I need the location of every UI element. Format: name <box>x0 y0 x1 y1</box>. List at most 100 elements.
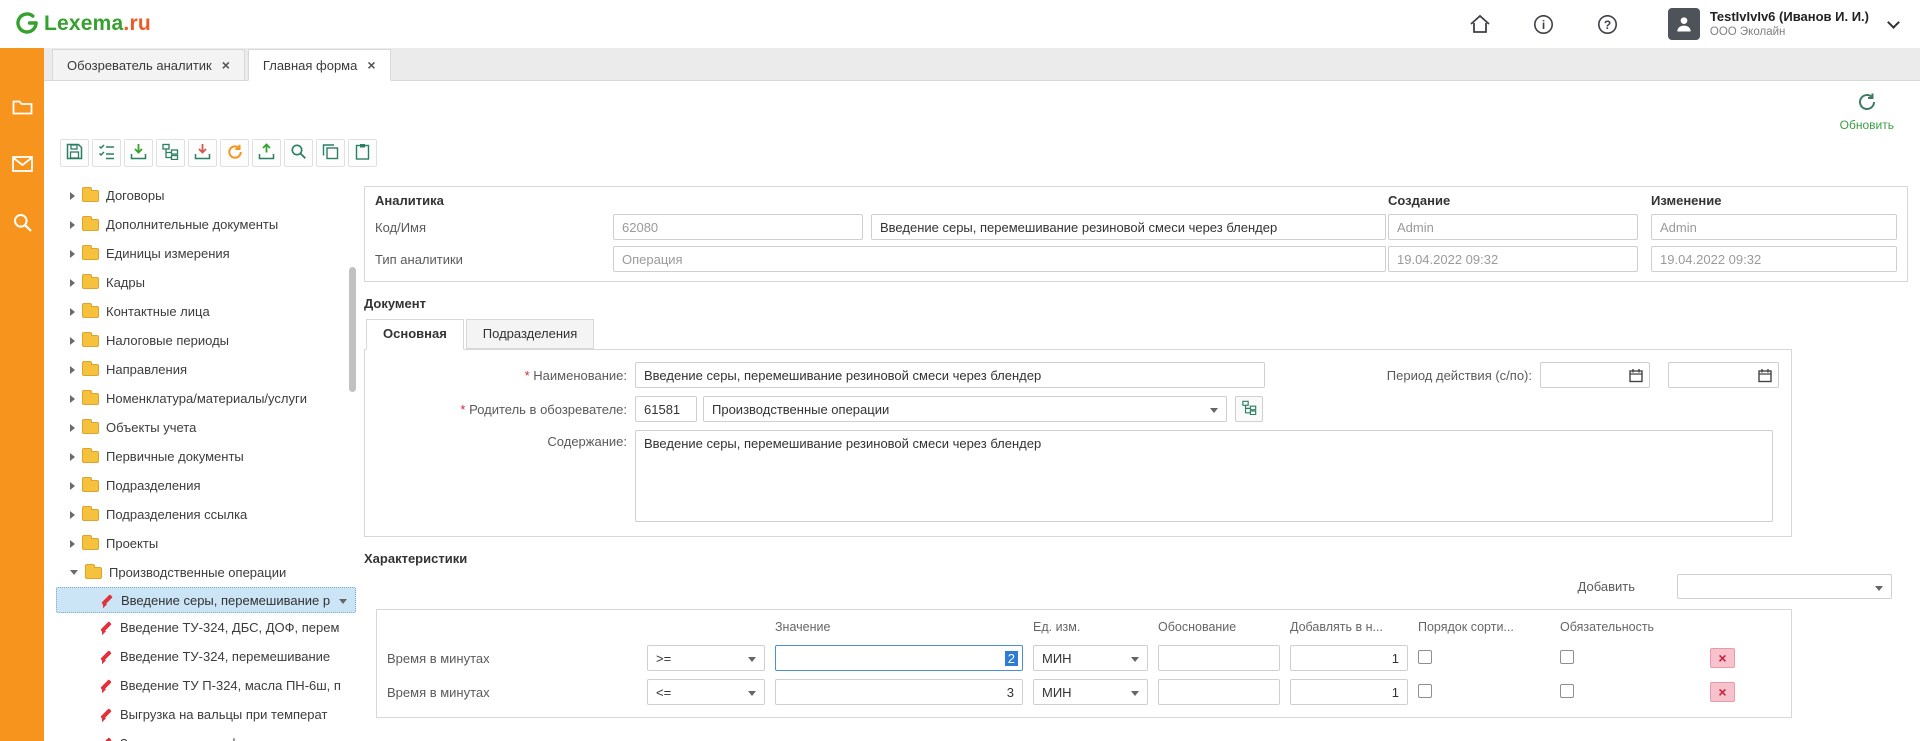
column-sort-order: Порядок сорти... <box>1418 620 1550 637</box>
tree-item[interactable]: Введение ТУ-324, ДБС, ДОФ, перем <box>56 613 356 642</box>
expand-icon[interactable] <box>70 395 75 403</box>
created-column-title: Создание <box>1388 193 1638 208</box>
folder-icon <box>82 219 99 231</box>
close-icon[interactable]: × <box>222 58 230 72</box>
search-icon[interactable] <box>9 210 35 234</box>
expand-icon[interactable] <box>70 453 75 461</box>
export-button[interactable] <box>188 139 217 167</box>
tree-folder[interactable]: Договоры <box>56 181 356 210</box>
code-field[interactable]: 62080 <box>613 214 863 240</box>
tree-folder[interactable]: Подразделения ссылка <box>56 500 356 529</box>
justification-field[interactable] <box>1158 679 1280 705</box>
import-button[interactable] <box>124 139 153 167</box>
tree-scrollbar[interactable] <box>349 267 356 392</box>
sort-order-checkbox[interactable] <box>1418 650 1432 664</box>
tree-item[interactable]: Введение ТУ П-324, масла ПН-6ш, п <box>56 671 356 700</box>
tree-folder[interactable]: Номенклатура/материалы/услуги <box>56 384 356 413</box>
chevron-down-icon[interactable] <box>1887 16 1900 29</box>
justification-field[interactable] <box>1158 645 1280 671</box>
tree-folder[interactable]: Дополнительные документы <box>56 210 356 239</box>
sort-order-checkbox[interactable] <box>1418 684 1432 698</box>
add-to-field[interactable]: 1 <box>1290 679 1408 705</box>
tree-folder[interactable]: Объекты учета <box>56 413 356 442</box>
save-button[interactable] <box>60 139 89 167</box>
unit-select[interactable]: МИН <box>1033 645 1148 671</box>
upload-button[interactable] <box>252 139 281 167</box>
expand-icon[interactable] <box>70 540 75 548</box>
unit-select[interactable]: МИН <box>1033 679 1148 705</box>
required-checkbox[interactable] <box>1560 650 1574 664</box>
tree-folder-expanded[interactable]: Производственные операции <box>56 558 356 587</box>
tree-item[interactable]: Выгрузка на вальцы при температ <box>56 700 356 729</box>
tree-folder[interactable]: Направления <box>56 355 356 384</box>
tree-folder[interactable]: Первичные документы <box>56 442 356 471</box>
expand-icon[interactable] <box>70 337 75 345</box>
paste-button[interactable] <box>348 139 377 167</box>
expand-icon[interactable] <box>70 366 75 374</box>
expand-icon[interactable] <box>70 250 75 258</box>
operator-select[interactable]: >= <box>647 645 765 671</box>
calendar-icon[interactable] <box>1758 368 1772 386</box>
tree-folder-label: Дополнительные документы <box>106 217 278 232</box>
refresh-data-button[interactable] <box>220 139 249 167</box>
required-checkbox[interactable] <box>1560 684 1574 698</box>
parent-code-field[interactable]: 61581 <box>635 396 697 422</box>
tree-folder[interactable]: Налоговые периоды <box>56 326 356 355</box>
info-icon[interactable]: i <box>1530 10 1558 38</box>
period-from-field[interactable] <box>1540 362 1650 388</box>
tree-folder[interactable]: Кадры <box>56 268 356 297</box>
delete-row-button[interactable]: × <box>1710 682 1735 702</box>
tree-item-selected[interactable]: Введение серы, перемешивание р <box>56 587 356 613</box>
folder-icon[interactable] <box>9 94 35 118</box>
parent-select[interactable]: Производственные операции <box>703 396 1227 422</box>
user-menu[interactable]: TestIvIvIv6 (Иванов И. И.) ООО Эколайн <box>1668 8 1898 40</box>
expand-icon[interactable] <box>70 221 75 229</box>
pencil-icon <box>98 707 113 722</box>
tree-item[interactable]: Введение ТУ-324, перемешивание <box>56 642 356 671</box>
close-icon[interactable]: × <box>367 58 375 72</box>
delete-row-button[interactable]: × <box>1710 648 1735 668</box>
mail-icon[interactable] <box>9 152 35 176</box>
home-icon[interactable] <box>1466 10 1494 38</box>
content-textarea[interactable]: Введение серы, перемешивание резиновой с… <box>635 430 1773 522</box>
tree-item[interactable]: Загрузка и пластификация каучуков <box>56 729 356 741</box>
expand-icon[interactable] <box>70 279 75 287</box>
name-field[interactable]: Введение серы, перемешивание резиновой с… <box>871 214 1386 240</box>
open-tree-button[interactable] <box>1235 396 1263 422</box>
tree-view-button[interactable] <box>156 139 185 167</box>
expand-icon[interactable] <box>70 424 75 432</box>
parent-label: * Родитель в обозревателе: <box>377 402 627 417</box>
tree-folder[interactable]: Проекты <box>56 529 356 558</box>
value-field[interactable]: 3 <box>775 679 1023 705</box>
document-name-field[interactable]: Введение серы, перемешивание резиновой с… <box>635 362 1265 388</box>
tree-folder[interactable]: Единицы измерения <box>56 239 356 268</box>
refresh-button[interactable]: Обновить <box>1840 91 1894 132</box>
value-field-focused[interactable]: 2 <box>775 645 1023 671</box>
collapse-icon[interactable] <box>70 570 78 575</box>
tasks-button[interactable] <box>92 139 121 167</box>
calendar-icon[interactable] <box>1629 368 1643 386</box>
expand-icon[interactable] <box>70 192 75 200</box>
tab-main[interactable]: Основная <box>366 319 464 350</box>
expand-icon[interactable] <box>70 511 75 519</box>
add-to-field[interactable]: 1 <box>1290 645 1408 671</box>
add-characteristic-select[interactable] <box>1677 574 1892 599</box>
period-to-field[interactable] <box>1668 362 1779 388</box>
tree-folder[interactable]: Контактные лица <box>56 297 356 326</box>
tab-divisions[interactable]: Подразделения <box>466 319 595 349</box>
tab-main-form[interactable]: Главная форма × <box>248 49 391 81</box>
tree-folder[interactable]: Подразделения <box>56 471 356 500</box>
folder-icon <box>82 480 99 492</box>
analytics-type-field[interactable]: Операция <box>613 246 1386 272</box>
help-icon[interactable]: ? <box>1594 10 1622 38</box>
tab-analytics-browser[interactable]: Обозреватель аналитик × <box>52 49 245 80</box>
operator-select[interactable]: <= <box>647 679 765 705</box>
search-button[interactable] <box>284 139 313 167</box>
expand-icon[interactable] <box>70 482 75 490</box>
copy-button[interactable] <box>316 139 345 167</box>
tree-folder-label: Номенклатура/материалы/услуги <box>106 391 307 406</box>
tree-icon <box>162 143 179 163</box>
tree-icon <box>1242 400 1257 418</box>
expand-icon[interactable] <box>70 308 75 316</box>
lexema-logo[interactable]: Lexema.ru <box>14 10 151 39</box>
